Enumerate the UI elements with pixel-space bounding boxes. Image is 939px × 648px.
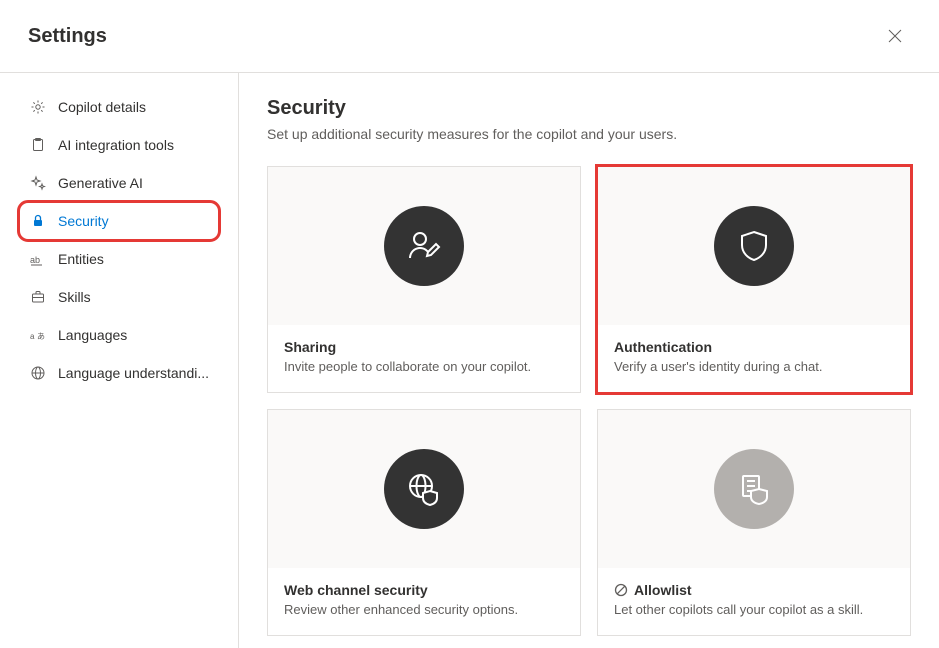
card-icon-area	[268, 410, 580, 568]
card-body: Sharing Invite people to collaborate on …	[268, 325, 580, 392]
card-icon-area	[598, 167, 910, 325]
card-title: Authentication	[614, 339, 894, 355]
sidebar-item-entities[interactable]: ab Entities	[0, 241, 238, 277]
sidebar-item-label: Language understandi...	[58, 365, 209, 381]
card-title: Sharing	[284, 339, 564, 355]
card-title: Allowlist	[614, 582, 894, 598]
section-title: Security	[267, 97, 911, 120]
globe-icon	[30, 365, 46, 381]
sidebar-item-security[interactable]: Security	[20, 203, 218, 239]
svg-text:a: a	[30, 332, 35, 341]
settings-sidebar: Copilot details AI integration tools Gen…	[0, 73, 239, 648]
sidebar-item-label: Skills	[58, 289, 91, 305]
card-authentication[interactable]: Authentication Verify a user's identity …	[597, 166, 911, 393]
page-title: Settings	[28, 25, 107, 48]
card-desc: Let other copilots call your copilot as …	[614, 602, 894, 617]
sidebar-item-label: Languages	[58, 327, 127, 343]
briefcase-icon	[30, 289, 46, 305]
card-desc: Invite people to collaborate on your cop…	[284, 359, 564, 374]
sidebar-item-label: Generative AI	[58, 175, 143, 191]
globe-shield-icon	[384, 449, 464, 529]
person-edit-icon	[384, 206, 464, 286]
section-subtitle: Set up additional security measures for …	[267, 126, 911, 142]
sidebar-item-ai-integration[interactable]: AI integration tools	[0, 127, 238, 163]
sidebar-item-label: Copilot details	[58, 99, 146, 115]
card-title-text: Allowlist	[634, 582, 692, 598]
card-desc: Verify a user's identity during a chat.	[614, 359, 894, 374]
close-button[interactable]	[879, 20, 911, 52]
sidebar-item-label: Entities	[58, 251, 104, 267]
svg-text:ab: ab	[30, 255, 40, 265]
gear-icon	[30, 99, 46, 115]
sparkle-icon	[30, 175, 46, 191]
card-body: Web channel security Review other enhanc…	[268, 568, 580, 635]
lock-icon	[30, 213, 46, 229]
sidebar-item-label: Security	[58, 213, 109, 229]
sidebar-item-language-understanding[interactable]: Language understandi...	[0, 355, 238, 391]
card-body: Authentication Verify a user's identity …	[598, 325, 910, 392]
sidebar-item-generative-ai[interactable]: Generative AI	[0, 165, 238, 201]
card-sharing[interactable]: Sharing Invite people to collaborate on …	[267, 166, 581, 393]
sidebar-item-label: AI integration tools	[58, 137, 174, 153]
shield-icon	[714, 206, 794, 286]
card-web-channel-security[interactable]: Web channel security Review other enhanc…	[267, 409, 581, 636]
main-content: Security Set up additional security meas…	[239, 73, 939, 648]
security-card-grid: Sharing Invite people to collaborate on …	[267, 166, 911, 636]
svg-text:あ: あ	[37, 332, 45, 341]
card-icon-area	[268, 167, 580, 325]
clipboard-icon	[30, 137, 46, 153]
entities-icon: ab	[30, 251, 46, 267]
card-allowlist[interactable]: Allowlist Let other copilots call your c…	[597, 409, 911, 636]
header: Settings	[0, 0, 939, 73]
sidebar-item-languages[interactable]: aあ Languages	[0, 317, 238, 353]
close-icon	[888, 29, 902, 43]
sidebar-item-skills[interactable]: Skills	[0, 279, 238, 315]
card-body: Allowlist Let other copilots call your c…	[598, 568, 910, 635]
card-desc: Review other enhanced security options.	[284, 602, 564, 617]
card-icon-area	[598, 410, 910, 568]
sidebar-item-copilot-details[interactable]: Copilot details	[0, 89, 238, 125]
card-title: Web channel security	[284, 582, 564, 598]
document-shield-icon	[714, 449, 794, 529]
language-icon: aあ	[30, 327, 46, 343]
prohibited-icon	[614, 583, 628, 597]
